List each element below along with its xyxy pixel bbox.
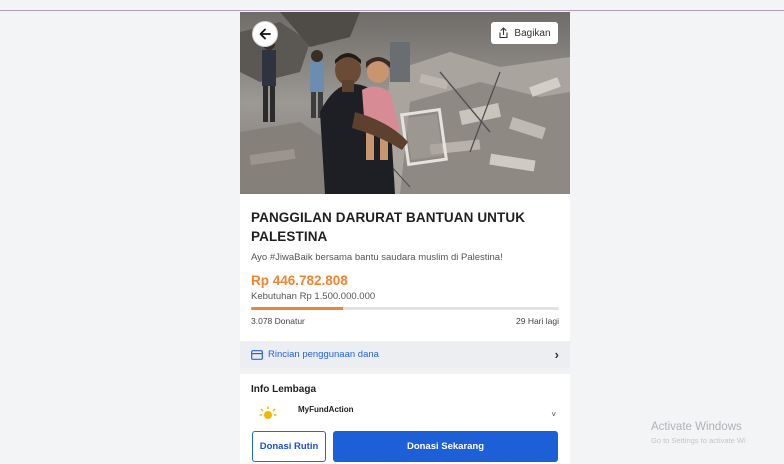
funding-progress-fill — [251, 307, 343, 310]
share-icon — [499, 27, 508, 39]
chevron-right-icon: › — [554, 347, 559, 362]
fund-usage-details-link[interactable]: Rincian penggunaan dana › — [240, 341, 570, 368]
org-logo-icon — [259, 406, 277, 419]
campaign-stats: 3.078 Donatur 29 Hari lagi — [251, 316, 559, 326]
share-button[interactable]: Bagikan — [491, 22, 558, 44]
campaign-subtitle: Ayo #JiwaBaik bersama bantu saudara musl… — [251, 252, 503, 263]
window-top-border — [0, 10, 784, 11]
fund-usage-label: Rincian penggunaan dana — [268, 349, 379, 360]
back-button[interactable] — [252, 21, 278, 47]
organization-row[interactable]: MyFundAction ˅ — [251, 402, 559, 424]
card-icon — [251, 349, 263, 360]
activate-windows-title: Activate Windows — [651, 421, 742, 433]
section-divider — [240, 368, 570, 374]
organization-name: MyFundAction — [298, 405, 354, 414]
campaign-hero-image: Bagikan — [240, 12, 570, 194]
collected-amount: Rp 446.782.808 — [251, 273, 348, 288]
donation-action-bar: Donasi Rutin Donasi Sekarang — [240, 426, 570, 464]
chevron-down-icon: ˅ — [551, 410, 556, 419]
routine-donation-button[interactable]: Donasi Rutin — [252, 431, 326, 462]
days-left: 29 Hari lagi — [516, 316, 559, 326]
campaign-title-line-2: PALESTINA — [251, 229, 328, 244]
activate-windows-watermark: Activate Windows Go to Settings to activ… — [651, 421, 746, 445]
organization-heading: Info Lembaga — [251, 384, 317, 395]
campaign-summary: PANGGILAN DARURAT BANTUAN UNTUK PALESTIN… — [251, 208, 559, 326]
back-arrow-icon — [259, 28, 271, 40]
target-amount: Kebutuhan Rp 1.500.000.000 — [251, 291, 376, 302]
activate-windows-subtitle: Go to Settings to activate Wi — [651, 436, 746, 445]
share-label: Bagikan — [514, 27, 551, 39]
funding-progress-bar — [251, 307, 559, 310]
campaign-page: Bagikan PANGGILAN DARURAT BANTUAN UNTUK … — [240, 12, 570, 464]
campaign-title-line-1: PANGGILAN DARURAT BANTUAN UNTUK — [251, 210, 526, 225]
donate-now-button[interactable]: Donasi Sekarang — [333, 431, 558, 462]
donor-count: 3.078 Donatur — [251, 316, 305, 326]
campaign-title: PANGGILAN DARURAT BANTUAN UNTUK PALESTIN… — [251, 208, 559, 246]
